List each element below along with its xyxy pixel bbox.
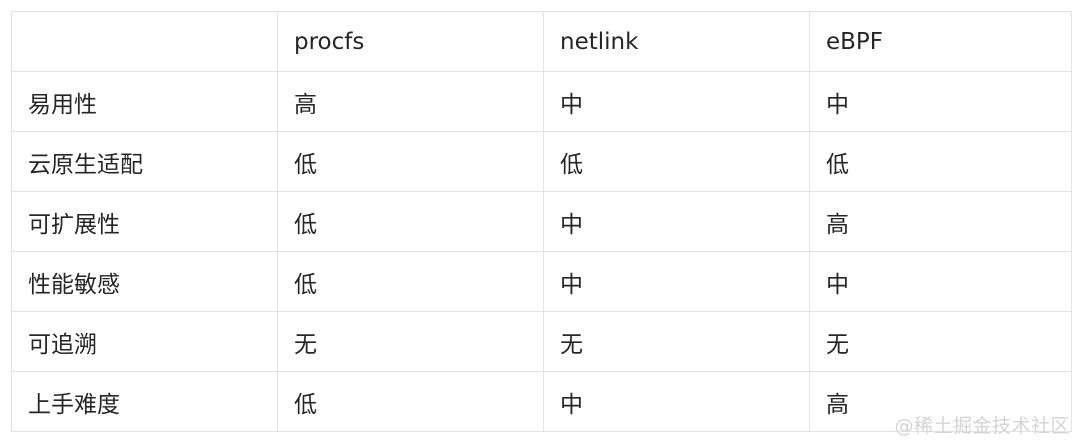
cell-netlink: 中 xyxy=(543,191,810,252)
comparison-table-container: procfs netlink eBPF 易用性 高 中 中 云原生适配 低 低 … xyxy=(11,11,1072,432)
row-label: 上手难度 xyxy=(11,371,278,432)
cell-procfs: 低 xyxy=(277,371,544,432)
cell-netlink: 中 xyxy=(543,371,810,432)
cell-procfs: 低 xyxy=(277,191,544,252)
row-label: 易用性 xyxy=(11,71,278,132)
cell-procfs: 低 xyxy=(277,131,544,192)
table-row: 可追溯 无 无 无 xyxy=(11,311,1072,372)
cell-ebpf: 高 xyxy=(809,191,1072,252)
cell-ebpf: 中 xyxy=(809,71,1072,132)
cell-netlink: 无 xyxy=(543,311,810,372)
table-row: 可扩展性 低 中 高 xyxy=(11,191,1072,252)
row-label: 性能敏感 xyxy=(11,251,278,312)
cell-procfs: 低 xyxy=(277,251,544,312)
cell-ebpf: 低 xyxy=(809,131,1072,192)
cell-netlink: 中 xyxy=(543,71,810,132)
cell-procfs: 无 xyxy=(277,311,544,372)
cell-ebpf: 中 xyxy=(809,251,1072,312)
cell-netlink: 中 xyxy=(543,251,810,312)
cell-procfs: 高 xyxy=(277,71,544,132)
table-row: 云原生适配 低 低 低 xyxy=(11,131,1072,192)
row-label: 可扩展性 xyxy=(11,191,278,252)
table-row: 易用性 高 中 中 xyxy=(11,71,1072,132)
table-header-row: procfs netlink eBPF xyxy=(11,11,1072,72)
header-procfs: procfs xyxy=(277,11,544,72)
cell-netlink: 低 xyxy=(543,131,810,192)
header-ebpf: eBPF xyxy=(809,11,1072,72)
comparison-table: procfs netlink eBPF 易用性 高 中 中 云原生适配 低 低 … xyxy=(11,11,1072,432)
watermark: @稀土掘金技术社区 xyxy=(894,415,1070,437)
cell-ebpf: 无 xyxy=(809,311,1072,372)
header-empty-cell xyxy=(11,11,278,72)
row-label: 可追溯 xyxy=(11,311,278,372)
table-row: 性能敏感 低 中 中 xyxy=(11,251,1072,312)
header-netlink: netlink xyxy=(543,11,810,72)
row-label: 云原生适配 xyxy=(11,131,278,192)
